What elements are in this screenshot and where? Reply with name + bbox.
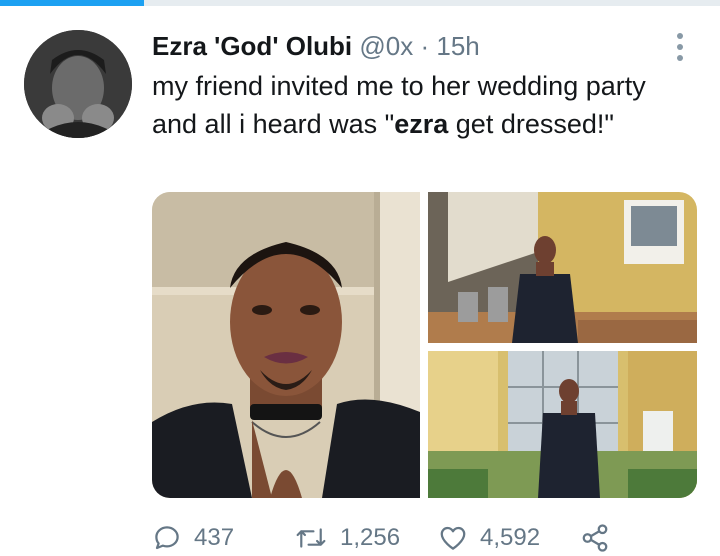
like-icon	[440, 526, 466, 550]
author-handle[interactable]: @0x	[359, 31, 413, 61]
photo-full-body-building[interactable]	[428, 351, 697, 498]
tweet-text: my friend invited me to her wedding part…	[152, 67, 692, 143]
photo-selfie[interactable]	[152, 192, 420, 498]
meta-separator: ·	[420, 31, 430, 61]
like-count: 4,592	[480, 524, 541, 551]
like-button[interactable]: 4,592	[438, 520, 540, 556]
tweet-actions: 437 1,256 4,592	[152, 520, 712, 556]
tweet-text-bold: ezra	[394, 109, 449, 139]
share-icon	[582, 524, 608, 552]
author-name[interactable]: Ezra 'God' Olubi	[152, 31, 352, 61]
reply-count: 437	[194, 524, 235, 551]
tweet-text-after: get dressed!"	[448, 109, 614, 139]
reply-button[interactable]: 437	[152, 520, 234, 556]
avatar[interactable]	[24, 30, 132, 138]
retweet-icon	[296, 528, 326, 548]
retweet-button[interactable]: 1,256	[294, 520, 400, 556]
share-button[interactable]	[580, 520, 622, 556]
reply-icon	[155, 526, 179, 550]
photo-full-body-front[interactable]	[428, 192, 697, 343]
tweet-time[interactable]: 15h	[436, 31, 479, 61]
top-progress-track	[0, 0, 720, 6]
tweet-header: Ezra 'God' Olubi @0x · 15h	[152, 30, 480, 62]
more-icon[interactable]	[672, 30, 688, 61]
top-progress-fill	[0, 0, 144, 6]
media-grid	[152, 192, 697, 498]
retweet-count: 1,256	[340, 524, 401, 551]
